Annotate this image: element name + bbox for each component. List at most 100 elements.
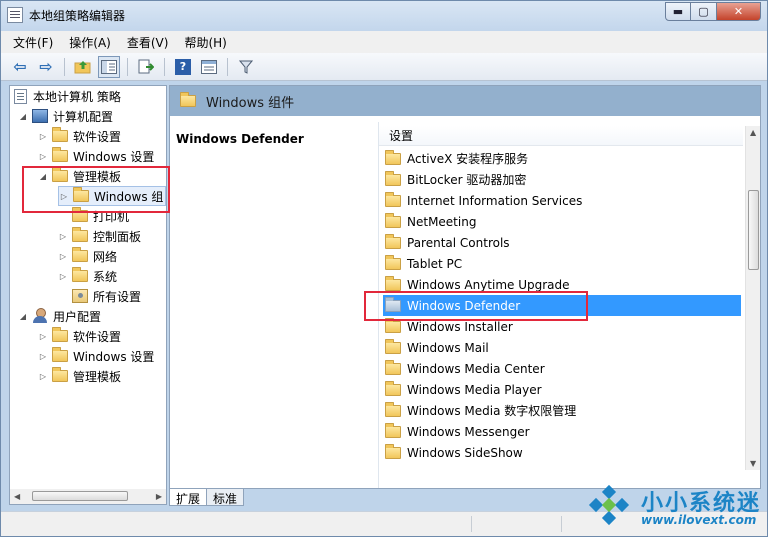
menu-help[interactable]: 帮助(H): [184, 34, 226, 51]
filter-button[interactable]: [235, 56, 257, 78]
expand-arrow-icon[interactable]: ▷: [38, 331, 48, 341]
folder-icon: [52, 367, 68, 382]
tree-item-user-software-settings[interactable]: ▷ 软件设置: [38, 326, 121, 346]
list-item-label: Windows Messenger: [407, 424, 530, 439]
list-item[interactable]: ActiveX 安装程序服务: [383, 148, 741, 169]
app-icon: [7, 7, 23, 23]
list-item[interactable]: Windows Messenger: [383, 421, 741, 442]
tree-item-windows-components[interactable]: ▷ Windows 组: [58, 186, 166, 206]
expand-arrow-icon[interactable]: ▷: [38, 151, 48, 161]
menu-view[interactable]: 查看(V): [127, 34, 169, 51]
tree-item-system[interactable]: ▷ 系统: [58, 266, 117, 286]
list-item[interactable]: Windows Media Center: [383, 358, 741, 379]
export-list-button[interactable]: [135, 56, 157, 78]
scroll-right-icon[interactable]: ▶: [156, 492, 162, 501]
tree-item-label: 所有设置: [93, 289, 142, 304]
scroll-thumb[interactable]: [32, 491, 128, 501]
list-item[interactable]: Windows Mail: [383, 337, 741, 358]
list-item[interactable]: BitLocker 驱动器加密: [383, 169, 741, 190]
tree-item-software-settings[interactable]: ▷ 软件设置: [38, 126, 121, 146]
expand-arrow-icon[interactable]: ▷: [58, 251, 68, 261]
menu-action[interactable]: 操作(A): [69, 34, 111, 51]
close-button[interactable]: ✕: [717, 2, 761, 21]
expand-arrow-icon[interactable]: ▷: [58, 271, 68, 281]
title-bar[interactable]: 本地组策略编辑器 ▬ ▢ ✕: [1, 1, 767, 31]
list-item-label: Internet Information Services: [407, 193, 583, 208]
back-button[interactable]: ⇦: [9, 56, 31, 78]
tree-item-all-settings[interactable]: 所有设置: [72, 286, 141, 306]
toolbar-separator: [127, 57, 128, 76]
column-header-settings[interactable]: 设置: [379, 126, 743, 146]
list-item[interactable]: Parental Controls: [383, 232, 741, 253]
properties-icon: [201, 59, 217, 74]
tab-extended[interactable]: 扩展: [169, 489, 208, 506]
expand-arrow-icon[interactable]: ▷: [58, 231, 68, 241]
tree-item-network[interactable]: ▷ 网络: [58, 246, 117, 266]
list-vertical-scrollbar[interactable]: ▲ ▼: [745, 126, 760, 470]
help-button[interactable]: ?: [172, 56, 194, 78]
collapse-arrow-icon[interactable]: ◢: [18, 111, 28, 121]
description-title: Windows Defender: [176, 132, 304, 146]
folder-icon: [72, 227, 88, 242]
list-item[interactable]: Windows SideShow: [383, 442, 741, 463]
watermark-url: www.ilovext.com: [641, 513, 757, 527]
forward-button[interactable]: ⇨: [35, 56, 57, 78]
scroll-up-icon[interactable]: ▲: [750, 128, 756, 137]
tree-item-user-admin-templates[interactable]: ▷ 管理模板: [38, 366, 121, 386]
list-item[interactable]: Windows Anytime Upgrade: [383, 274, 741, 295]
list-item[interactable]: Windows Media 数字权限管理: [383, 400, 741, 421]
properties-button[interactable]: [198, 56, 220, 78]
maximize-button[interactable]: ▢: [691, 2, 717, 21]
tree-item-label: Windows 组: [94, 189, 164, 204]
list-item[interactable]: Tablet PC: [383, 253, 741, 274]
menu-file[interactable]: 文件(F): [13, 34, 53, 51]
status-divider: [561, 516, 562, 532]
folder-icon: [385, 443, 401, 459]
tree-item-label: Windows 设置: [73, 349, 155, 364]
expand-arrow-icon[interactable]: ▷: [38, 351, 48, 361]
tree-item-windows-settings[interactable]: ▷ Windows 设置: [38, 146, 154, 166]
minimize-button[interactable]: ▬: [665, 2, 691, 21]
tree-item-admin-templates[interactable]: ◢ 管理模板: [38, 166, 121, 186]
details-header-title: Windows 组件: [206, 95, 295, 111]
expand-arrow-icon[interactable]: ▷: [38, 131, 48, 141]
up-one-level-button[interactable]: [72, 56, 94, 78]
forward-arrow-icon: ⇨: [39, 57, 53, 76]
list-item[interactable]: Windows Installer: [383, 316, 741, 337]
collapse-arrow-icon[interactable]: ◢: [38, 171, 48, 181]
scroll-thumb[interactable]: [748, 190, 759, 270]
tree-item-user-config[interactable]: ◢ 用户配置: [18, 306, 101, 326]
list-item[interactable]: Internet Information Services: [383, 190, 741, 211]
folder-icon: [385, 170, 401, 186]
show-hide-tree-button[interactable]: [98, 55, 120, 78]
scroll-left-icon[interactable]: ◀: [14, 492, 20, 501]
expand-arrow-icon[interactable]: ▷: [59, 191, 69, 201]
toolbar-separator: [64, 57, 65, 76]
tree-item-label: Windows 设置: [73, 149, 155, 164]
watermark-logo-icon: [588, 484, 630, 526]
tree-horizontal-scrollbar[interactable]: ◀ ▶: [9, 489, 167, 505]
list-item-label: Windows Installer: [407, 319, 513, 334]
tab-standard[interactable]: 标准: [206, 489, 245, 506]
tree-item-local-policy[interactable]: 本地计算机 策略: [14, 86, 121, 106]
collapse-arrow-icon[interactable]: ◢: [18, 311, 28, 321]
tree-item-control-panel[interactable]: ▷ 控制面板: [58, 226, 141, 246]
tree-item-printers[interactable]: 打印机: [72, 206, 129, 226]
list-item-selected[interactable]: Windows Defender: [383, 295, 741, 316]
tree-item-user-windows-settings[interactable]: ▷ Windows 设置: [38, 346, 154, 366]
tree-item-label: 软件设置: [73, 129, 122, 144]
expand-arrow-icon[interactable]: ▷: [38, 371, 48, 381]
folder-icon: [52, 127, 68, 142]
computer-icon: [32, 109, 48, 123]
scroll-down-icon[interactable]: ▼: [750, 459, 756, 468]
tree-item-label: 管理模板: [73, 369, 122, 384]
list-item[interactable]: NetMeeting: [383, 211, 741, 232]
policy-document-icon: [14, 88, 27, 104]
status-divider: [471, 516, 472, 532]
tree-item-label: 管理模板: [73, 169, 122, 184]
site-watermark: 小小系统迷 www.ilovext.com: [581, 479, 768, 537]
list-item[interactable]: Windows Media Player: [383, 379, 741, 400]
window-title: 本地组策略编辑器: [29, 9, 126, 23]
tree-item-computer-config[interactable]: ◢ 计算机配置: [18, 106, 113, 126]
folder-icon: [385, 359, 401, 375]
